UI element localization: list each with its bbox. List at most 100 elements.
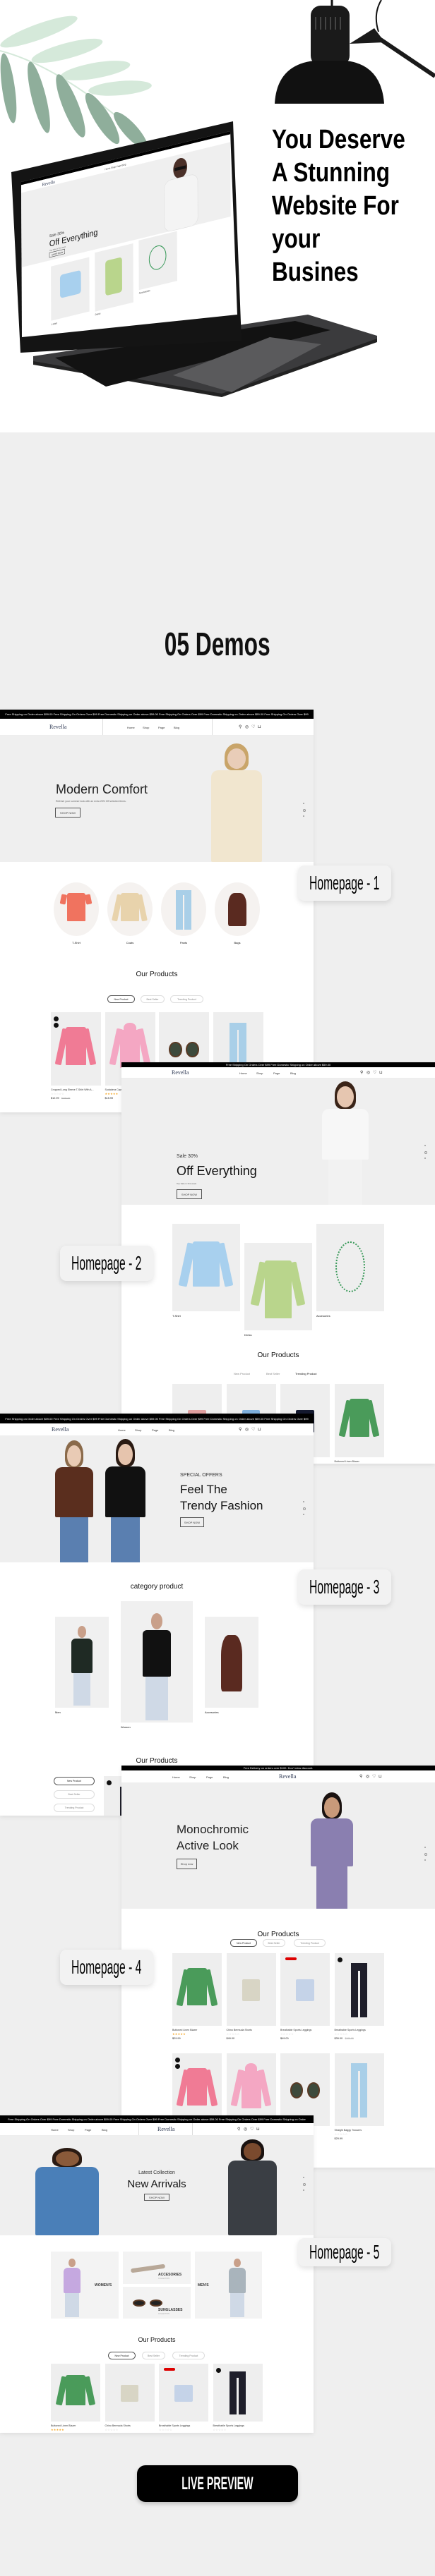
wishlist-icon[interactable]: ♡ — [372, 1775, 376, 1779]
nav-menu-home[interactable]: Home — [239, 1071, 247, 1075]
search-icon[interactable]: ⚲ — [239, 725, 242, 729]
slider-dot[interactable] — [303, 1507, 306, 1510]
site-logo[interactable]: Revella — [52, 1426, 68, 1433]
product-tab-3[interactable]: Trending Product — [295, 1372, 317, 1375]
slider-dot[interactable] — [303, 2183, 306, 2186]
search-icon[interactable]: ⚲ — [359, 1775, 362, 1779]
product-image[interactable] — [334, 1953, 384, 2026]
product-tab-1[interactable]: New Product — [230, 1939, 257, 1947]
product-image[interactable] — [213, 2364, 263, 2422]
account-icon[interactable]: ◎ — [244, 2127, 247, 2132]
slider-dot[interactable] — [303, 1514, 304, 1515]
category-t-shirt[interactable] — [54, 882, 99, 936]
demo-homepage-1[interactable]: Free Shipping on Order above $59.00 Free… — [0, 710, 314, 1112]
product-tab-1[interactable]: New Product — [108, 2352, 136, 2359]
nav-menu-shop[interactable]: Shop — [68, 2128, 74, 2132]
shop-now-button[interactable]: SHOP NOW — [180, 1517, 204, 1527]
shop-now-button[interactable]: Shop now — [177, 1859, 197, 1869]
slider-dot[interactable] — [424, 1158, 426, 1159]
product-card[interactable]: Chino Bermuda Shorts ☆☆☆☆☆ $49.00 — [226, 1953, 276, 2054]
demo-homepage-5[interactable]: Free Shipping On Orders Over $99 Free Do… — [0, 2115, 314, 2433]
product-tab-1[interactable]: New Product — [107, 995, 135, 1003]
slider-dot[interactable] — [303, 815, 304, 817]
category-bags[interactable] — [215, 882, 260, 936]
slider-dot[interactable] — [424, 1853, 427, 1856]
product-card[interactable]: Breathable Sports Leggings ☆☆☆☆☆ — [159, 2364, 208, 2433]
site-logo[interactable]: Revella — [172, 1069, 189, 1076]
product-image[interactable] — [51, 1012, 101, 1086]
nav-menu-page[interactable]: Page — [85, 2128, 91, 2132]
product-tab-2[interactable]: Best Seller — [263, 1939, 285, 1947]
category-banner-2[interactable]: ACCESORIES COLLECTION — [123, 2252, 191, 2284]
site-logo[interactable]: Revella — [157, 2126, 174, 2133]
nav-menu-shop[interactable]: Shop — [256, 1071, 263, 1075]
product-image[interactable] — [105, 2364, 155, 2422]
product-card[interactable]: Chino Bermuda Shorts ☆☆☆☆☆ — [105, 2364, 155, 2433]
slider-dot[interactable] — [424, 1151, 427, 1154]
slider-dot[interactable] — [303, 809, 306, 812]
product-tab-3[interactable]: Trending Product — [170, 995, 203, 1003]
search-icon[interactable]: ⚲ — [360, 1071, 363, 1075]
demo-homepage-3[interactable]: Free Shipping on Order above $59.00 Free… — [0, 1414, 314, 1816]
product-tab-2[interactable]: Best Seller — [141, 995, 165, 1003]
nav-menu-page[interactable]: Page — [158, 726, 165, 729]
slider-dot[interactable] — [303, 1501, 304, 1502]
cart-icon[interactable]: ⊔ — [379, 1775, 382, 1779]
product-tab-1[interactable]: New Product — [54, 1777, 95, 1785]
category-card[interactable] — [205, 1617, 258, 1708]
nav-menu-blog[interactable]: Blog — [102, 2128, 107, 2132]
demo-homepage-2[interactable]: Free Shipping On Orders Over $99 Free Do… — [121, 1062, 435, 1464]
product-tab-3[interactable]: Trending Product — [294, 1939, 326, 1947]
product-tab-3[interactable]: Trending Product — [172, 2352, 205, 2359]
category-pants[interactable] — [161, 882, 206, 936]
wishlist-icon[interactable]: ♡ — [373, 1071, 376, 1075]
slider-dot[interactable] — [303, 2177, 304, 2178]
product-card[interactable]: Breathable Sports Leggings ☆☆☆☆☆ $39.00 $10… — [334, 1953, 384, 2054]
site-logo[interactable]: Revella — [279, 1773, 296, 1780]
category-card[interactable] — [121, 1601, 193, 1723]
shop-now-button[interactable]: SHOP NOW — [177, 1189, 202, 1199]
account-icon[interactable]: ◎ — [367, 1071, 370, 1075]
nav-menu-blog[interactable]: Blog — [223, 1775, 229, 1779]
nav-menu-page[interactable]: Page — [152, 1428, 158, 1432]
product-image[interactable] — [280, 1953, 330, 2026]
product-card[interactable]: Buttoned Linen Blazer ★★★★★ — [51, 2364, 100, 2433]
category-banner-3[interactable]: SUNGLASSES COLLECTION — [123, 2287, 191, 2319]
product-image[interactable] — [334, 2053, 384, 2126]
category-banner-1[interactable]: WOMEN'S — [51, 2252, 119, 2319]
live-preview-button[interactable]: LIVE PREVIEW — [137, 2465, 298, 2502]
account-icon[interactable]: ◎ — [245, 725, 249, 729]
account-icon[interactable]: ◎ — [366, 1775, 369, 1779]
nav-menu-home[interactable]: Home — [51, 2128, 59, 2132]
cart-icon[interactable]: ⊔ — [258, 1428, 261, 1432]
nav-menu-home[interactable]: Home — [127, 726, 135, 729]
product-card[interactable]: Buttoned Linen Blazer — [334, 1384, 384, 1464]
product-tab-2[interactable]: Best Seller — [266, 1372, 280, 1375]
product-card[interactable]: Breathable Sports Leggings ☆☆☆☆☆ — [213, 2364, 263, 2433]
product-card[interactable]: Cropped Long Sleeve T-Shirt With A... ☆☆☆… — [51, 1012, 101, 1112]
slider-dot[interactable] — [424, 1847, 426, 1848]
nav-menu-shop[interactable]: Shop — [189, 1775, 196, 1779]
product-image[interactable] — [226, 1953, 276, 2026]
nav-menu-shop[interactable]: Shop — [143, 726, 149, 729]
nav-menu-home[interactable]: Home — [172, 1775, 180, 1779]
nav-menu-home[interactable]: Home — [118, 1428, 126, 1432]
cart-icon[interactable]: ⊔ — [379, 1071, 383, 1075]
search-icon[interactable]: ⚲ — [237, 2127, 240, 2132]
product-tab-1[interactable]: New Product — [234, 1372, 250, 1375]
slider-dot[interactable] — [303, 803, 304, 804]
nav-menu-shop[interactable]: Shop — [135, 1428, 141, 1432]
nav-menu-blog[interactable]: Blog — [174, 726, 179, 729]
product-tab-2[interactable]: Best Seller — [54, 1790, 95, 1799]
wishlist-icon[interactable]: ♡ — [251, 725, 255, 729]
category-banner-4[interactable]: MEN'S — [195, 2252, 262, 2319]
product-image[interactable] — [172, 1953, 222, 2026]
product-tab-2[interactable]: Best Seller — [142, 2352, 165, 2359]
search-icon[interactable]: ⚲ — [239, 1428, 242, 1432]
product-image[interactable] — [334, 1384, 384, 1457]
product-image[interactable] — [159, 2364, 208, 2422]
site-logo[interactable]: Revella — [49, 724, 66, 731]
category-coats[interactable] — [107, 882, 153, 936]
slider-dot[interactable] — [303, 2189, 304, 2191]
demo-homepage-4[interactable]: Free Delivery on orders over $100. Don't… — [121, 1766, 435, 2168]
